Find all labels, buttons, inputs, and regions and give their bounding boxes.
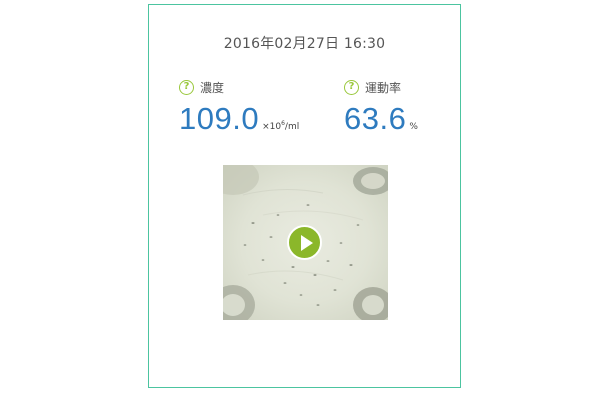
concentration-value: 109.0: [179, 101, 260, 136]
motility-help-icon[interactable]: ?: [344, 79, 359, 95]
motility-metric: ? 運動率 63.6 %: [344, 77, 418, 137]
motility-unit: %: [409, 122, 418, 132]
concentration-help-icon[interactable]: ?: [179, 79, 194, 95]
microscope-video-thumbnail[interactable]: [223, 165, 388, 320]
concentration-header: ? 濃度: [179, 77, 299, 97]
concentration-metric: ? 濃度 109.0 ×106/ml: [179, 77, 299, 137]
motility-header: ? 運動率: [344, 77, 418, 97]
motility-value-row: 63.6 %: [344, 101, 418, 137]
concentration-unit: ×106/ml: [262, 120, 300, 132]
motility-value: 63.6: [344, 101, 407, 136]
play-button[interactable]: [287, 225, 322, 260]
motility-label: 運動率: [365, 80, 402, 95]
play-icon: [300, 234, 313, 251]
concentration-value-row: 109.0 ×106/ml: [179, 101, 299, 137]
concentration-label: 濃度: [200, 80, 225, 95]
result-card: 2016年02月27日 16:30 ? 濃度 109.0 ×106/ml ? 運…: [148, 4, 461, 388]
measurement-timestamp: 2016年02月27日 16:30: [223, 36, 386, 52]
